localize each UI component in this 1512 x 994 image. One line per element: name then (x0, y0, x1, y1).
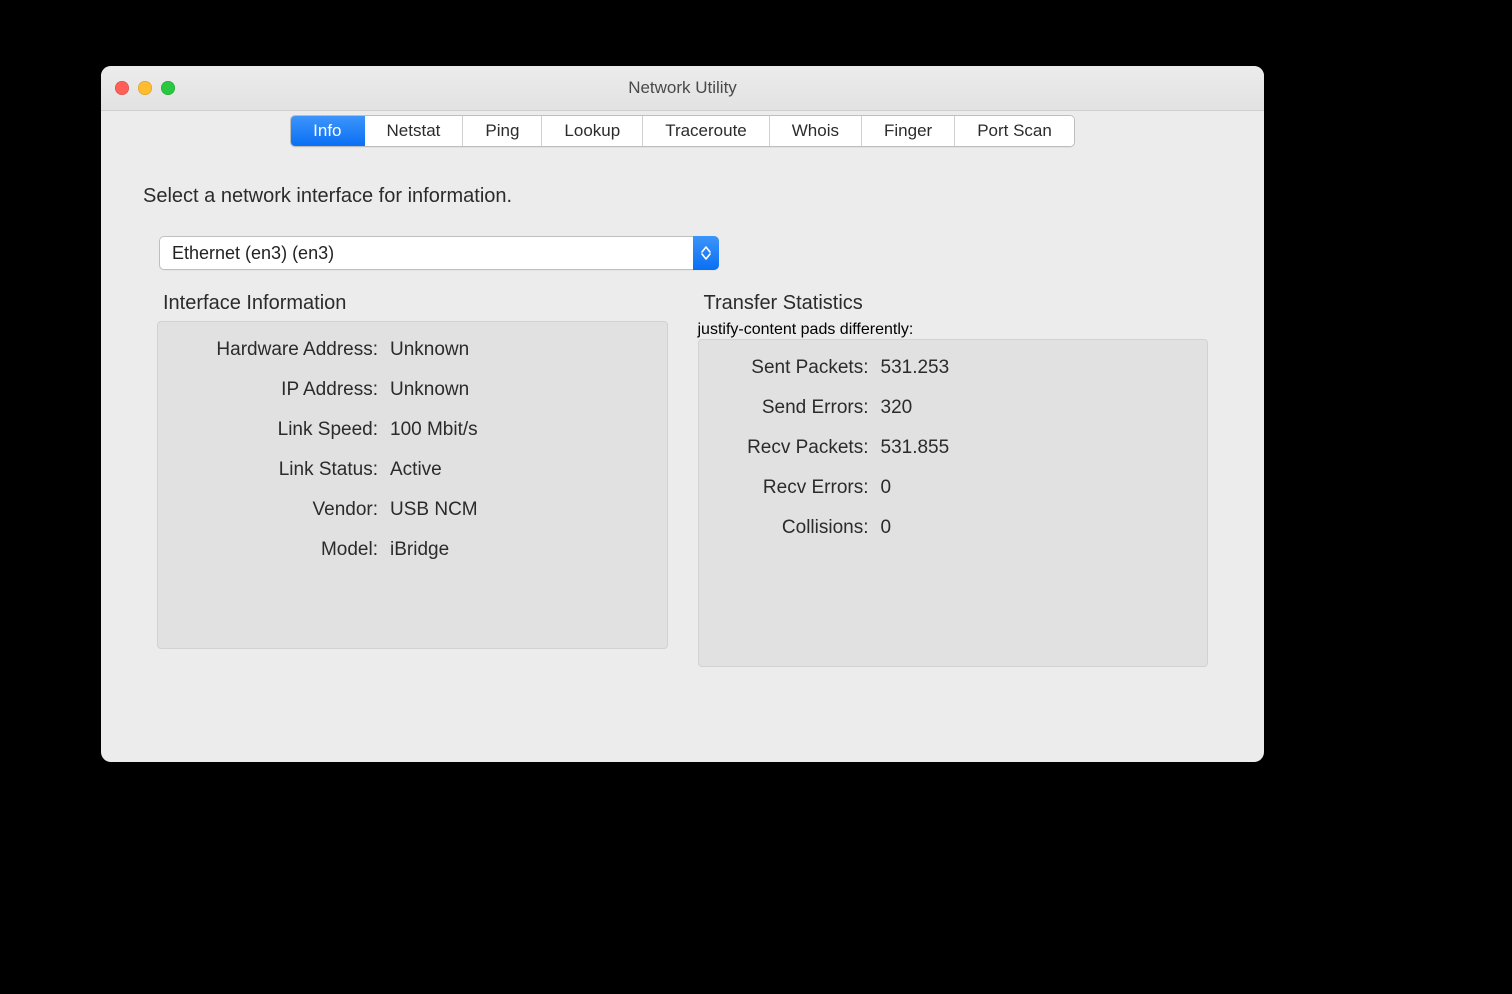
label: Hardware Address: (178, 340, 378, 359)
label: Link Status: (178, 460, 378, 479)
label: Collisions: (719, 518, 869, 537)
transfer-stats-panel: Sent Packets: 531.253 Send Errors: 320 R… (698, 339, 1209, 667)
interface-info-title: Interface Information (163, 292, 668, 315)
label: Send Errors: (719, 398, 869, 417)
interface-select[interactable]: Ethernet (en3) (en3) (159, 236, 719, 270)
row-vendor: Vendor: USB NCM (178, 500, 647, 519)
interface-info-panel: Hardware Address: Unknown IP Address: Un… (157, 321, 668, 649)
value: iBridge (390, 540, 647, 559)
window-controls (115, 81, 175, 95)
titlebar: Network Utility (101, 66, 1264, 111)
tab-lookup[interactable]: Lookup (542, 116, 643, 146)
row-hardware-address: Hardware Address: Unknown (178, 340, 647, 359)
row-sent-packets: Sent Packets: 531.253 (719, 358, 1188, 377)
row-model: Model: iBridge (178, 540, 647, 559)
value: Active (390, 460, 647, 479)
row-link-status: Link Status: Active (178, 460, 647, 479)
close-button[interactable] (115, 81, 129, 95)
label: Link Speed: (178, 420, 378, 439)
label: IP Address: (178, 380, 378, 399)
tab-traceroute[interactable]: Traceroute (643, 116, 770, 146)
interface-info-section: Interface Information Hardware Address: … (157, 292, 668, 667)
value: 531.253 (881, 358, 1188, 377)
tabs: Info Netstat Ping Lookup Traceroute Whoi… (290, 115, 1075, 147)
tab-netstat[interactable]: Netstat (365, 116, 464, 146)
tab-finger[interactable]: Finger (862, 116, 955, 146)
row-recv-errors: Recv Errors: 0 (719, 478, 1188, 497)
label: Recv Errors: (719, 478, 869, 497)
label: Sent Packets: (719, 358, 869, 377)
value: 0 (881, 518, 1188, 537)
label: Recv Packets: (719, 438, 869, 457)
tab-info[interactable]: Info (291, 116, 364, 146)
value: 320 (881, 398, 1188, 417)
zoom-button[interactable] (161, 81, 175, 95)
row-collisions: Collisions: 0 (719, 518, 1188, 537)
minimize-button[interactable] (138, 81, 152, 95)
value: 100 Mbit/s (390, 420, 647, 439)
row-link-speed: Link Speed: 100 Mbit/s (178, 420, 647, 439)
row-recv-packets: Recv Packets: 531.855 (719, 438, 1188, 457)
value: 0 (881, 478, 1188, 497)
value: Unknown (390, 340, 647, 359)
label: Model: (178, 540, 378, 559)
value: USB NCM (390, 500, 647, 519)
interface-select-value: Ethernet (en3) (en3) (159, 236, 719, 270)
tab-ping[interactable]: Ping (463, 116, 542, 146)
panels: Interface Information Hardware Address: … (143, 292, 1222, 667)
transfer-stats-section: Transfer Statistics justify-content pads… (698, 292, 1209, 667)
instruction-text: Select a network interface for informati… (143, 185, 1222, 208)
row-send-errors: Send Errors: 320 (719, 398, 1188, 417)
select-stepper-icon (693, 236, 719, 270)
tab-portscan[interactable]: Port Scan (955, 116, 1074, 146)
transfer-stats-title: Transfer Statistics (704, 292, 1209, 315)
tab-row: Info Netstat Ping Lookup Traceroute Whoi… (101, 115, 1264, 147)
label: Vendor: (178, 500, 378, 519)
content-area: Select a network interface for informati… (101, 147, 1264, 667)
value: 531.855 (881, 438, 1188, 457)
window-title: Network Utility (101, 78, 1264, 98)
tab-whois[interactable]: Whois (770, 116, 862, 146)
value: Unknown (390, 380, 647, 399)
app-window: Network Utility Info Netstat Ping Lookup… (101, 66, 1264, 762)
row-ip-address: IP Address: Unknown (178, 380, 647, 399)
